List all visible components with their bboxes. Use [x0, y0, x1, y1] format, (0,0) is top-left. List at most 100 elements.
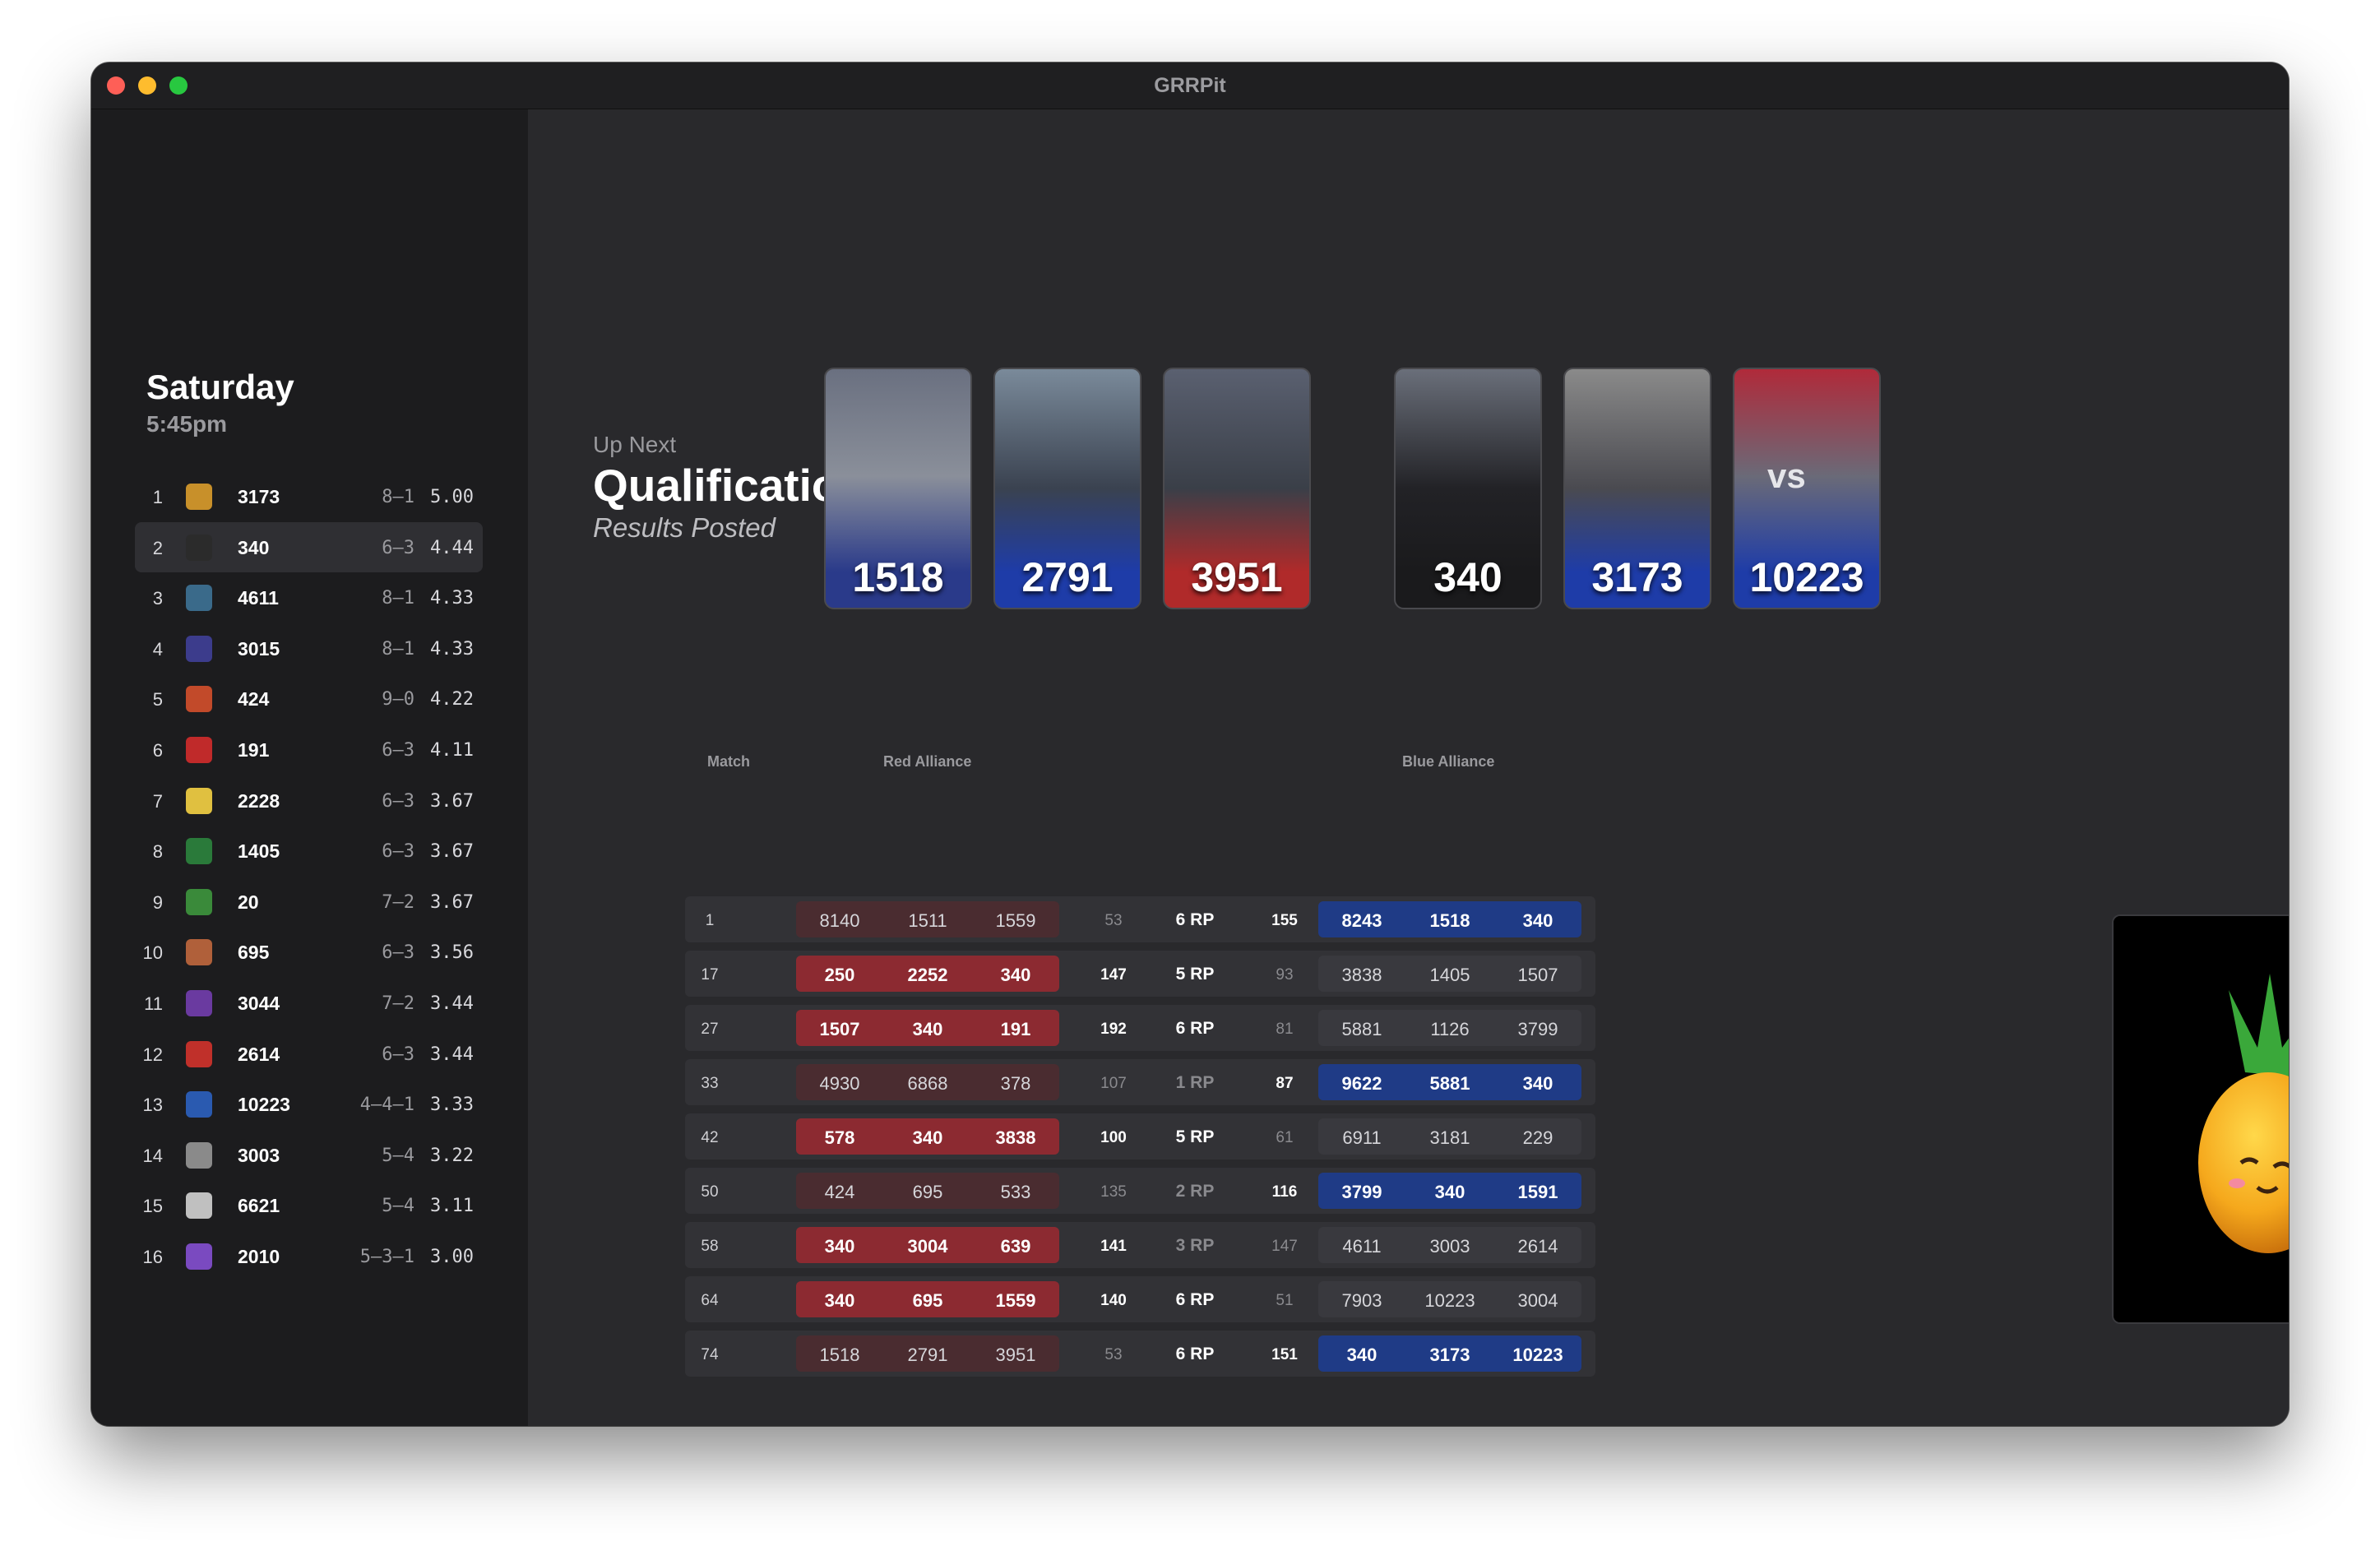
red-team-number: 191	[1000, 1019, 1031, 1039]
ranking-row[interactable]: 12 2614 6–3 3.44	[135, 1029, 483, 1080]
rank-number: 1	[152, 487, 163, 507]
team-number: 2614	[238, 1043, 280, 1065]
red-team-number: 1511	[908, 910, 947, 931]
pineapple-video-panel[interactable]	[2112, 914, 2289, 1324]
red-score: 53	[1104, 1346, 1123, 1363]
blue-alliance-header: Blue Alliance	[1402, 753, 1495, 770]
robot-team-number: 340	[1433, 554, 1503, 600]
team-logo-icon	[186, 989, 212, 1016]
blue-alliance-cell: 5881 1126 3799	[1318, 1010, 1581, 1046]
ranking-row[interactable]: 15 6621 5–4 3.11	[135, 1180, 483, 1231]
blue-team-number: 340	[1346, 1345, 1378, 1365]
time-label: 5:45pm	[146, 411, 228, 437]
ranking-row[interactable]: 13 10223 4–4–1 3.33	[135, 1079, 483, 1130]
ranking-score: 3.67	[430, 841, 474, 863]
match-number: 64	[701, 1292, 719, 1309]
team-record: 5–4	[382, 1145, 414, 1166]
ranking-score: 5.00	[430, 487, 474, 507]
red-robot-tile[interactable]: 1518	[824, 368, 972, 609]
red-team-number: 1559	[995, 910, 1036, 931]
team-record: 5–3–1	[359, 1246, 414, 1267]
ranking-row[interactable]: 1 3173 8–1 5.00	[135, 471, 483, 522]
red-alliance-cell: 250 2252 340	[796, 956, 1059, 992]
team-logo-icon	[186, 1040, 212, 1067]
blue-team-number: 3004	[1517, 1290, 1558, 1311]
red-team-number: 695	[912, 1182, 943, 1202]
match-row[interactable]: 58 340 3004 639 141 3 RP 147 4611 3003 2614	[685, 1222, 1595, 1268]
ranking-row[interactable]: 2 340 6–3 4.44	[135, 521, 483, 573]
pineapple-mascot-image	[2114, 916, 2289, 1322]
team-number: 3044	[238, 992, 280, 1014]
match-row[interactable]: 50 424 695 533 135 2 RP 116 3799 340 1591	[685, 1168, 1595, 1214]
blue-team-number: 3799	[1517, 1019, 1558, 1039]
blue-team-number: 1126	[1430, 1019, 1470, 1039]
blue-team-number: 3003	[1429, 1236, 1470, 1257]
ranking-score: 3.67	[430, 891, 474, 913]
blue-alliance-cell: 6911 3181 229	[1318, 1118, 1581, 1155]
ranking-row[interactable]: 4 3015 8–1 4.33	[135, 623, 483, 674]
blue-team-number: 3799	[1341, 1182, 1382, 1202]
ranking-row[interactable]: 11 3044 7–2 3.44	[135, 978, 483, 1029]
match-number: 58	[701, 1238, 719, 1255]
team-number: 191	[238, 738, 270, 761]
ranking-row[interactable]: 8 1405 6–3 3.67	[135, 826, 483, 877]
match-row[interactable]: 17 250 2252 340 147 5 RP 93 3838 1405 1507	[685, 951, 1595, 997]
team-logo-icon	[186, 838, 212, 865]
vs-label: vs	[1767, 456, 1806, 495]
match-status: Results Posted	[593, 512, 776, 543]
ranking-points: 1 RP	[1175, 1073, 1215, 1092]
ranking-row[interactable]: 7 2228 6–3 3.67	[135, 775, 483, 826]
red-team-number: 2791	[907, 1345, 948, 1365]
rank-number: 3	[152, 588, 163, 609]
ranking-points: 6 RP	[1175, 1019, 1215, 1038]
title-bar: GRRPit	[91, 62, 2289, 109]
team-number: 1405	[238, 840, 280, 863]
blue-team-number: 4611	[1342, 1236, 1382, 1257]
red-team-number: 1518	[819, 1345, 860, 1365]
team-number: 20	[238, 891, 259, 913]
red-robot-tile[interactable]: 3951	[1163, 368, 1311, 609]
ranking-row[interactable]: 16 2010 5–3–1 3.00	[135, 1231, 483, 1282]
robot-team-number: 1518	[852, 554, 944, 600]
rank-number: 11	[144, 993, 163, 1014]
rank-number: 5	[152, 689, 163, 711]
match-row[interactable]: 64 340 695 1559 140 6 RP 51 7903 10223 3004	[685, 1276, 1595, 1322]
ranking-row[interactable]: 6 191 6–3 4.11	[135, 724, 483, 775]
ranking-row[interactable]: 10 695 6–3 3.56	[135, 927, 483, 978]
blue-score: 81	[1276, 1021, 1294, 1038]
match-row[interactable]: 1 8140 1511 1559 53 6 RP 155 8243 1518 340	[685, 896, 1595, 942]
team-number: 340	[238, 536, 270, 558]
red-team-number: 6868	[907, 1073, 948, 1094]
red-team-number: 250	[824, 965, 855, 985]
blue-team-number: 5881	[1429, 1073, 1470, 1094]
blue-robot-tile[interactable]: 3173	[1563, 368, 1711, 609]
team-record: 7–2	[382, 891, 414, 913]
ranking-row[interactable]: 9 20 7–2 3.67	[135, 877, 483, 928]
blue-team-number: 10223	[1512, 1345, 1563, 1365]
match-row[interactable]: 33 4930 6868 378 107 1 RP 87 9622 5881 340	[685, 1059, 1595, 1105]
red-robot-tile[interactable]: 2791	[993, 368, 1141, 609]
ranking-row[interactable]: 14 3003 5–4 3.22	[135, 1130, 483, 1181]
day-label: Saturday	[146, 368, 294, 406]
blue-score: 87	[1276, 1075, 1294, 1092]
match-column-header: Match	[707, 753, 751, 770]
match-row[interactable]: 42 578 340 3838 100 5 RP 61 6911 3181 229	[685, 1113, 1595, 1160]
match-row[interactable]: 27 1507 340 191 192 6 RP 81 5881 1126 3799	[685, 1005, 1595, 1051]
blue-team-number: 5881	[1341, 1019, 1382, 1039]
ranking-row[interactable]: 3 4611 8–1 4.33	[135, 572, 483, 623]
blue-alliance-cell: 9622 5881 340	[1318, 1064, 1581, 1100]
ranking-row[interactable]: 5 424 9–0 4.22	[135, 673, 483, 724]
ranking-score: 4.11	[430, 739, 474, 761]
team-record: 8–1	[382, 638, 414, 660]
red-score: 147	[1100, 966, 1127, 984]
match-row[interactable]: 74 1518 2791 3951 53 6 RP 151 340 3173 10223	[685, 1331, 1595, 1377]
blue-team-number: 2614	[1517, 1236, 1558, 1257]
blue-robot-tile[interactable]: 10223	[1733, 368, 1881, 609]
red-alliance-cell: 578 340 3838	[796, 1118, 1059, 1155]
blue-alliance-cell: 340 3173 10223	[1318, 1335, 1581, 1372]
blue-robot-tile[interactable]: 340	[1394, 368, 1542, 609]
ranking-points: 3 RP	[1175, 1236, 1215, 1255]
ranking-score: 4.33	[430, 588, 474, 609]
team-number: 3003	[238, 1144, 280, 1166]
blue-team-number: 1518	[1429, 910, 1470, 931]
